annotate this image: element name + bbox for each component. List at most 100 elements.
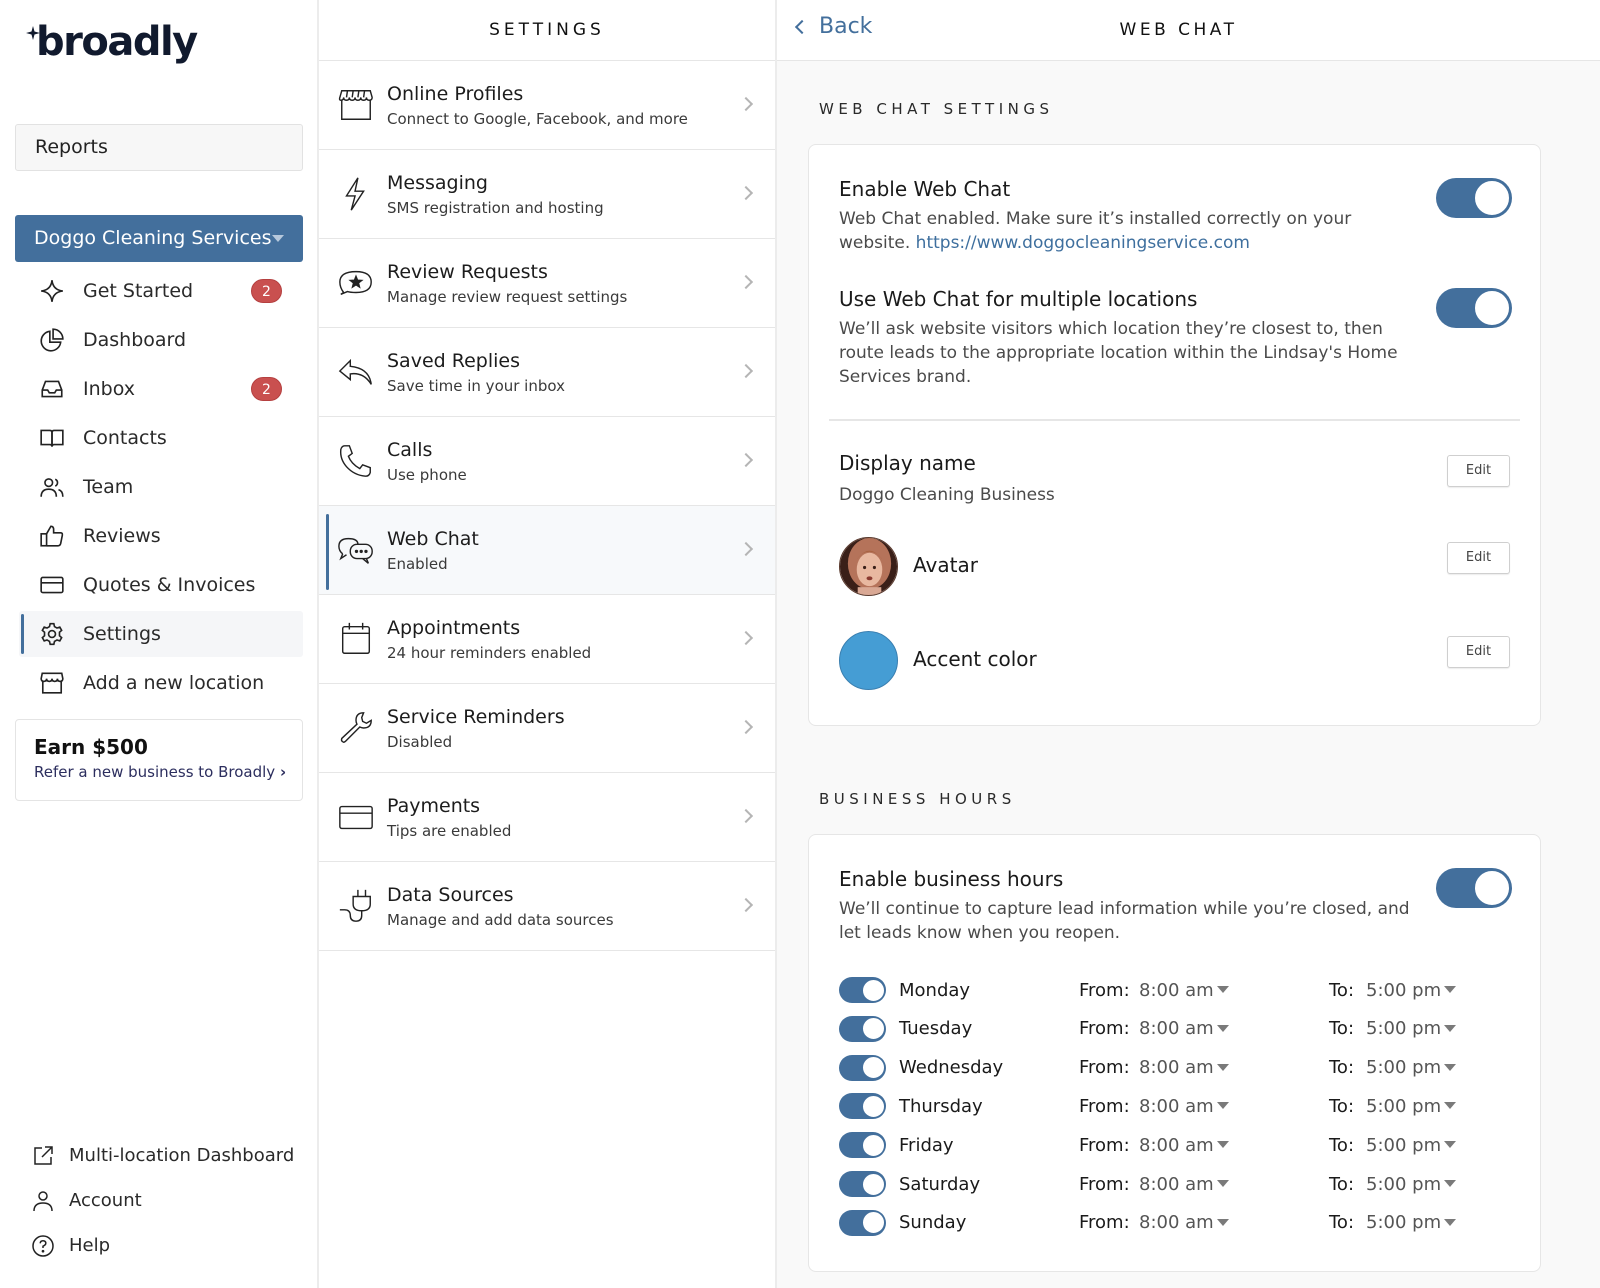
settings-item-messaging[interactable]: Messaging SMS registration and hosting xyxy=(319,150,775,239)
day-toggle[interactable] xyxy=(839,1054,886,1081)
phone-icon xyxy=(336,441,376,481)
external-link-icon xyxy=(34,1145,53,1165)
day-toggle[interactable] xyxy=(839,1015,886,1042)
accent-color-swatch[interactable] xyxy=(839,631,898,690)
caret-down-icon[interactable] xyxy=(1217,1180,1229,1187)
caret-down-icon[interactable] xyxy=(1217,1141,1229,1149)
caret-down-icon[interactable] xyxy=(1217,1024,1229,1032)
to-time-select[interactable]: 5:00 pm xyxy=(1366,1135,1441,1156)
edit-accent-color-button[interactable]: Edit xyxy=(1447,636,1510,668)
caret-down-icon[interactable] xyxy=(1217,986,1229,993)
chat-bubbles-icon xyxy=(336,530,376,570)
day-toggle[interactable] xyxy=(839,977,886,1003)
sidebar-item-team[interactable]: Team xyxy=(19,464,303,510)
caret-down-icon[interactable] xyxy=(1444,986,1456,993)
settings-item-review-requests[interactable]: Review Requests Manage review request set… xyxy=(319,239,775,328)
settings-item-title: Appointments xyxy=(387,616,521,639)
day-row-monday: Monday From: 8:00 am To: 5:00 pm xyxy=(839,975,1499,1005)
star-chat-icon xyxy=(336,263,376,303)
to-label: To: xyxy=(1329,1212,1355,1234)
settings-item-title: Web Chat xyxy=(387,527,479,550)
reports-button[interactable]: Reports xyxy=(15,124,303,171)
chevron-right-icon xyxy=(738,185,754,201)
from-time-select[interactable]: 8:00 am xyxy=(1139,1174,1214,1195)
location-select[interactable]: Doggo Cleaning Services xyxy=(15,215,303,262)
sidebar-item-reviews[interactable]: Reviews xyxy=(19,513,303,559)
day-toggle[interactable] xyxy=(839,1209,886,1236)
day-name: Thursday xyxy=(899,1095,983,1117)
to-time-select[interactable]: 5:00 pm xyxy=(1366,1018,1441,1039)
avatar-image xyxy=(840,538,897,595)
account-link[interactable]: Account xyxy=(31,1178,294,1223)
sidebar-item-inbox[interactable]: Inbox 2 xyxy=(19,366,303,412)
settings-item-online-profiles[interactable]: Online Profiles Connect to Google, Facebo… xyxy=(319,61,775,150)
enable-business-hours-toggle[interactable] xyxy=(1436,868,1512,908)
settings-item-data-sources[interactable]: Data Sources Manage and add data sources xyxy=(319,862,775,951)
from-time-select[interactable]: 8:00 am xyxy=(1139,1057,1214,1078)
toggle-knob xyxy=(861,1094,885,1118)
wrench-icon xyxy=(336,708,376,748)
toggle-knob xyxy=(1474,180,1510,216)
sidebar-item-label: Inbox xyxy=(83,378,135,400)
multi-location-desc: We’ll ask website visitors which locatio… xyxy=(839,319,1398,387)
multi-location-toggle[interactable] xyxy=(1436,288,1512,328)
web-chat-detail-panel: Back WEB CHAT WEB CHAT SETTINGS Enable W… xyxy=(777,0,1600,1288)
settings-item-saved-replies[interactable]: Saved Replies Save time in your inbox xyxy=(319,328,775,417)
caret-down-icon[interactable] xyxy=(1217,1063,1229,1071)
caret-down-icon[interactable] xyxy=(1217,1102,1229,1110)
settings-item-service-reminders[interactable]: Service Reminders Disabled xyxy=(319,684,775,773)
sidebar-item-quotes-invoices[interactable]: Quotes & Invoices xyxy=(19,562,303,608)
to-time-select[interactable]: 5:00 pm xyxy=(1366,1174,1441,1195)
sidebar-item-contacts[interactable]: Contacts xyxy=(19,415,303,461)
caret-down-icon[interactable] xyxy=(1444,1141,1456,1149)
settings-item-title: Calls xyxy=(387,438,433,461)
help-link[interactable]: Help xyxy=(31,1223,294,1268)
settings-list-panel: SETTINGS Online Profiles Connect to Googl… xyxy=(319,0,777,1288)
to-time-select[interactable]: 5:00 pm xyxy=(1366,1212,1441,1233)
enable-web-chat-title: Enable Web Chat xyxy=(839,177,1011,201)
sidebar-item-settings[interactable]: Settings xyxy=(19,611,303,657)
chevron-right-icon xyxy=(738,630,754,646)
settings-item-appointments[interactable]: Appointments 24 hour reminders enabled xyxy=(319,595,775,684)
sparkle-icon xyxy=(39,278,65,304)
settings-item-calls[interactable]: Calls Use phone xyxy=(319,417,775,506)
day-toggle[interactable] xyxy=(839,1132,886,1159)
from-time-select[interactable]: 8:00 am xyxy=(1139,1018,1214,1039)
from-label: From: xyxy=(1079,979,1130,1001)
sidebar-item-get-started[interactable]: Get Started 2 xyxy=(19,268,303,314)
sidebar-item-dashboard[interactable]: Dashboard xyxy=(19,317,303,363)
website-link[interactable]: https://www.doggocleaningservice.com xyxy=(916,233,1250,253)
to-time-select[interactable]: 5:00 pm xyxy=(1366,980,1441,1001)
day-row-thursday: Thursday From: 8:00 am To: 5:00 pm xyxy=(839,1091,1499,1121)
caret-down-icon[interactable] xyxy=(1444,1218,1456,1226)
from-time-select[interactable]: 8:00 am xyxy=(1139,1096,1214,1117)
from-time-select[interactable]: 8:00 am xyxy=(1139,980,1214,1001)
team-icon xyxy=(39,474,65,500)
caret-down-icon[interactable] xyxy=(1444,1180,1456,1187)
day-toggle[interactable] xyxy=(839,1171,886,1197)
referral-title: Earn $500 xyxy=(34,735,148,759)
edit-avatar-button[interactable]: Edit xyxy=(1447,542,1510,574)
to-time-select[interactable]: 5:00 pm xyxy=(1366,1096,1441,1117)
caret-down-icon[interactable] xyxy=(1444,1024,1456,1032)
settings-item-subtitle: Connect to Google, Facebook, and more xyxy=(387,109,688,128)
settings-item-web-chat[interactable]: Web Chat Enabled xyxy=(319,506,775,595)
settings-item-payments[interactable]: Payments Tips are enabled xyxy=(319,773,775,862)
edit-display-name-button[interactable]: Edit xyxy=(1447,455,1510,487)
referral-link[interactable]: Refer a new business to Broadly › xyxy=(34,763,302,781)
enable-web-chat-toggle[interactable] xyxy=(1436,178,1512,218)
day-row-friday: Friday From: 8:00 am To: 5:00 pm xyxy=(839,1130,1499,1160)
day-toggle[interactable] xyxy=(839,1093,886,1120)
caret-down-icon[interactable] xyxy=(1444,1102,1456,1110)
from-time-select[interactable]: 8:00 am xyxy=(1139,1212,1214,1233)
multi-location-dashboard-link[interactable]: Multi-location Dashboard xyxy=(31,1133,294,1178)
caret-down-icon[interactable] xyxy=(1217,1218,1229,1226)
toggle-knob xyxy=(1474,290,1510,326)
multi-location-row: Use Web Chat for multiple locations We’l… xyxy=(839,287,1409,389)
broadly-logo[interactable]: broadly xyxy=(26,22,198,62)
detail-header: Back WEB CHAT xyxy=(777,0,1600,61)
from-time-select[interactable]: 8:00 am xyxy=(1139,1135,1214,1156)
to-time-select[interactable]: 5:00 pm xyxy=(1366,1057,1441,1078)
sidebar-item-add-location[interactable]: Add a new location xyxy=(19,660,303,706)
caret-down-icon[interactable] xyxy=(1444,1063,1456,1071)
